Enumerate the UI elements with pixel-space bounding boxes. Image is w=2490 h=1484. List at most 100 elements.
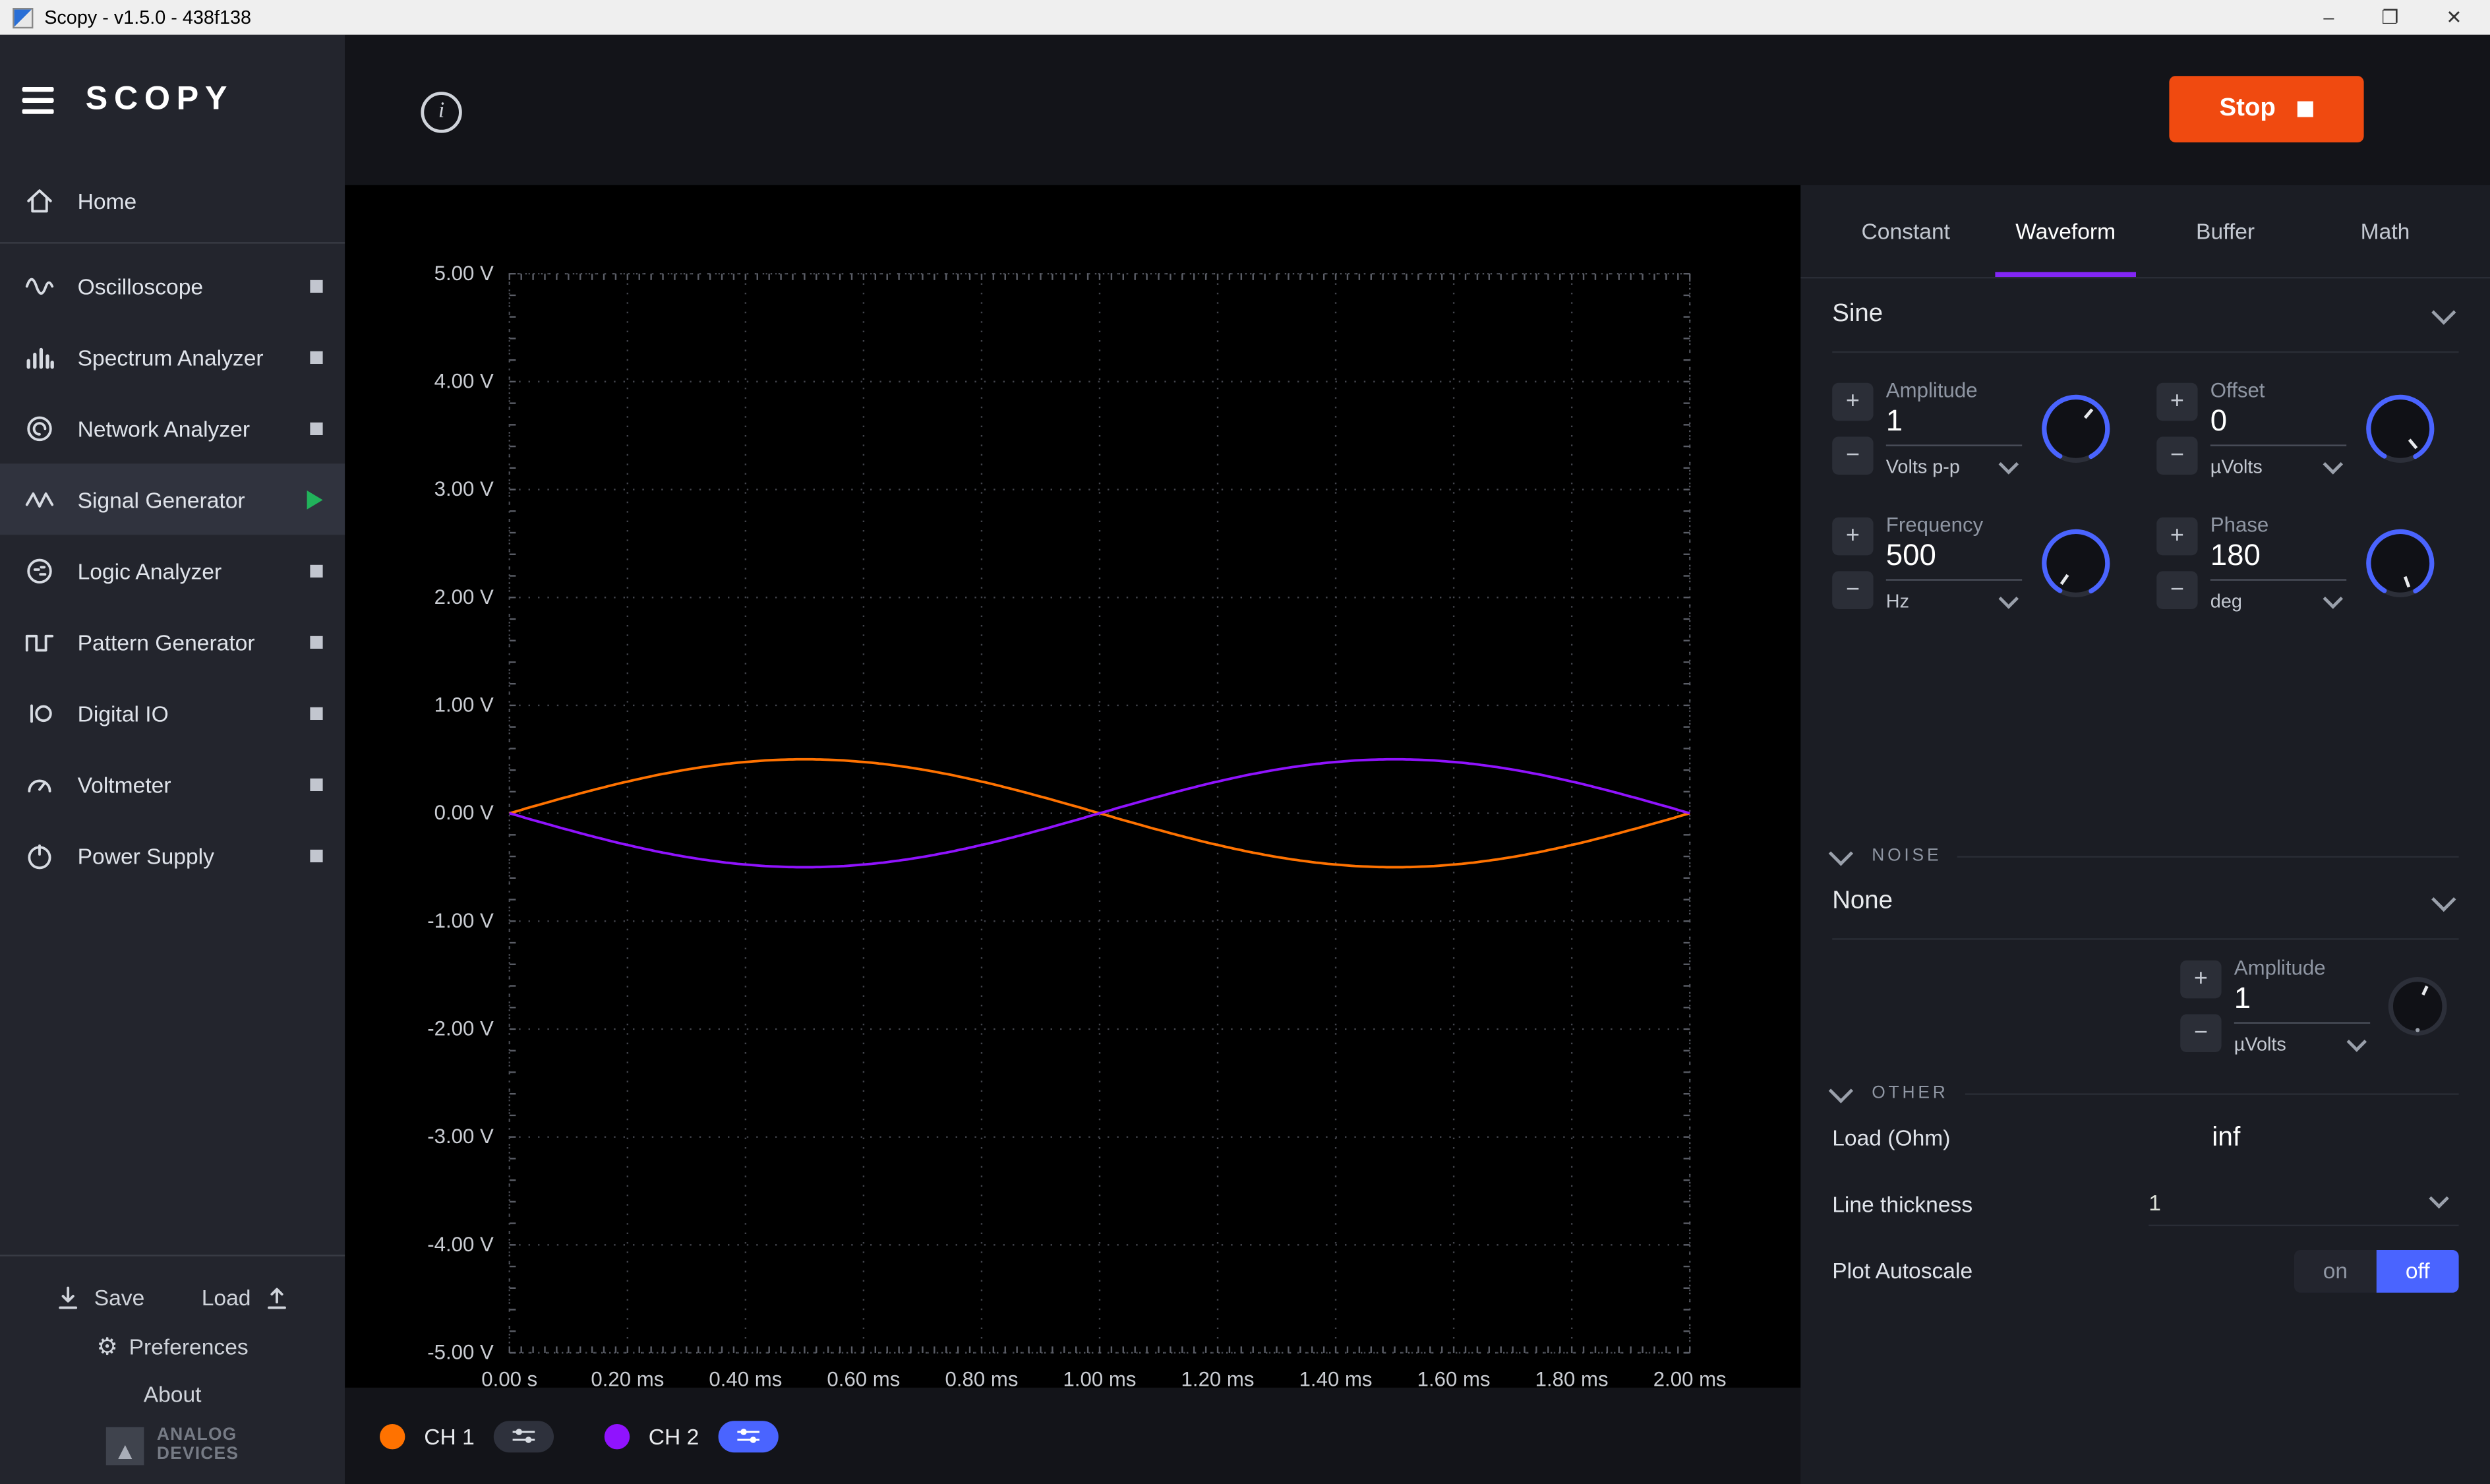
line-thickness-row: Line thickness 1 xyxy=(1832,1172,2458,1235)
divider xyxy=(1957,855,2458,856)
stop-indicator[interactable] xyxy=(310,849,322,862)
sliders-icon xyxy=(510,1427,538,1444)
load-value-input[interactable]: inf xyxy=(2212,1122,2240,1154)
chevron-down-icon xyxy=(1999,588,2019,608)
autoscale-off-button[interactable]: off xyxy=(2377,1249,2459,1292)
sidebar-item-voltmeter[interactable]: Voltmeter xyxy=(0,748,345,819)
svg-text:3.00 V: 3.00 V xyxy=(434,477,494,500)
topbar: i Stop xyxy=(345,35,2490,185)
load-row: Load (Ohm) inf xyxy=(1832,1106,2458,1170)
offset-unit-select[interactable]: µVolts xyxy=(2210,456,2346,478)
amplitude-minus-button[interactable]: − xyxy=(1832,436,1873,474)
info-icon[interactable]: i xyxy=(421,92,461,133)
stop-indicator[interactable] xyxy=(310,422,322,434)
svg-text:0.00 V: 0.00 V xyxy=(434,801,494,824)
offset-value[interactable]: 0 xyxy=(2210,402,2346,446)
phase-plus-button[interactable]: + xyxy=(2156,517,2197,555)
frequency-knob[interactable] xyxy=(2034,521,2117,604)
run-stop-button[interactable]: Stop xyxy=(2169,76,2363,142)
autoscale-on-button[interactable]: on xyxy=(2294,1249,2377,1292)
chevron-down-icon xyxy=(2429,1189,2449,1209)
stop-indicator[interactable] xyxy=(310,280,322,292)
upload-icon xyxy=(262,1283,290,1311)
sidebar-item-pattern-generator[interactable]: Pattern Generator xyxy=(0,606,345,677)
restore-button[interactable]: ❐ xyxy=(2381,7,2398,29)
chevron-down-icon xyxy=(1999,454,2019,474)
signal-generator-icon xyxy=(22,483,57,515)
download-icon xyxy=(55,1283,83,1311)
window-controls: – ❐ ✕ xyxy=(2323,7,2477,29)
frequency-minus-button[interactable]: − xyxy=(1832,570,1873,608)
amplitude-control: + − Amplitude 1 Volts p-p xyxy=(1832,378,2134,478)
digital-io-icon xyxy=(22,697,57,728)
ch1-label[interactable]: CH 1 xyxy=(424,1423,475,1448)
sidebar-item-logic-analyzer[interactable]: Logic Analyzer xyxy=(0,535,345,606)
plot-area[interactable]: 5.00 V4.00 V3.00 V2.00 V1.00 V0.00 V-1.0… xyxy=(345,185,1800,1388)
tab-constant[interactable]: Constant xyxy=(1826,185,1986,277)
amplitude-value[interactable]: 1 xyxy=(1886,402,2022,446)
sidebar-item-oscilloscope[interactable]: Oscilloscope xyxy=(0,250,345,321)
frequency-unit-select[interactable]: Hz xyxy=(1886,590,2022,612)
ch1-settings-button[interactable] xyxy=(494,1420,554,1452)
window-title: Scopy - v1.5.0 - 438f138 xyxy=(44,7,251,29)
ch2-settings-button[interactable] xyxy=(718,1420,778,1452)
chevron-down-icon xyxy=(1829,841,1853,865)
sidebar-item-signal-generator[interactable]: Signal Generator xyxy=(0,463,345,535)
line-thickness-select[interactable]: 1 xyxy=(2149,1183,2458,1226)
tab-waveform[interactable]: Waveform xyxy=(1986,185,2145,277)
save-button[interactable]: Save xyxy=(55,1283,145,1311)
sidebar-item-home[interactable]: Home xyxy=(0,165,345,236)
phase-minus-button[interactable]: − xyxy=(2156,570,2197,608)
other-section-header[interactable]: OTHER xyxy=(1832,1084,2458,1103)
noise-amplitude-knob[interactable] xyxy=(2383,970,2452,1040)
phase-unit-select[interactable]: deg xyxy=(2210,590,2346,612)
noise-amplitude-unit-select[interactable]: µVolts xyxy=(2234,1033,2370,1055)
chevron-down-icon xyxy=(2323,454,2344,474)
offset-knob[interactable] xyxy=(2359,387,2441,469)
noise-type-select[interactable]: None xyxy=(1832,866,2458,940)
running-indicator[interactable] xyxy=(307,490,323,509)
noise-amplitude-value[interactable]: 1 xyxy=(2234,980,2370,1024)
frequency-value[interactable]: 500 xyxy=(1886,537,2022,581)
phase-control: + − Phase 180 deg xyxy=(2156,513,2458,612)
load-button[interactable]: Load xyxy=(202,1283,291,1311)
sidebar-item-spectrum-analyzer[interactable]: Spectrum Analyzer xyxy=(0,321,345,392)
stop-indicator[interactable] xyxy=(310,564,322,577)
waveform-type-select[interactable]: Sine xyxy=(1832,278,2458,353)
noise-amplitude-minus-button[interactable]: − xyxy=(2180,1013,2221,1052)
sidebar-item-network-analyzer[interactable]: Network Analyzer xyxy=(0,392,345,463)
tab-math[interactable]: Math xyxy=(2305,185,2465,277)
amplitude-unit-select[interactable]: Volts p-p xyxy=(1886,456,2022,478)
home-icon xyxy=(22,185,57,216)
phase-knob[interactable] xyxy=(2359,521,2441,604)
stop-indicator[interactable] xyxy=(310,636,322,648)
chevron-down-icon xyxy=(2431,887,2456,911)
phase-value[interactable]: 180 xyxy=(2210,537,2346,581)
noise-section-header[interactable]: NOISE xyxy=(1832,846,2458,866)
svg-text:1.60 ms: 1.60 ms xyxy=(1417,1367,1491,1387)
stop-indicator[interactable] xyxy=(310,351,322,363)
svg-text:1.20 ms: 1.20 ms xyxy=(1181,1367,1255,1387)
ch2-label[interactable]: CH 2 xyxy=(649,1423,699,1448)
stop-indicator[interactable] xyxy=(310,707,322,719)
amplitude-knob[interactable] xyxy=(2034,387,2117,469)
sidebar-item-power-supply[interactable]: Power Supply xyxy=(0,819,345,891)
sidebar-item-digital-io[interactable]: Digital IO xyxy=(0,677,345,748)
offset-minus-button[interactable]: − xyxy=(2156,436,2197,474)
menu-icon[interactable] xyxy=(22,86,54,113)
offset-plus-button[interactable]: + xyxy=(2156,382,2197,421)
svg-text:0.20 ms: 0.20 ms xyxy=(591,1367,664,1387)
minimize-button[interactable]: – xyxy=(2323,7,2334,29)
waveform-plot[interactable]: 5.00 V4.00 V3.00 V2.00 V1.00 V0.00 V-1.0… xyxy=(345,185,1800,1388)
close-button[interactable]: ✕ xyxy=(2446,7,2462,29)
stop-indicator[interactable] xyxy=(310,778,322,790)
amplitude-plus-button[interactable]: + xyxy=(1832,382,1873,421)
frequency-plus-button[interactable]: + xyxy=(1832,517,1873,555)
preferences-button[interactable]: ⚙ Preferences xyxy=(96,1332,248,1361)
about-button[interactable]: About xyxy=(144,1381,202,1406)
chevron-down-icon xyxy=(2347,1031,2367,1052)
svg-text:0.60 ms: 0.60 ms xyxy=(827,1367,900,1387)
divider xyxy=(0,1255,345,1256)
tab-buffer[interactable]: Buffer xyxy=(2145,185,2305,277)
noise-amplitude-plus-button[interactable]: + xyxy=(2180,960,2221,998)
